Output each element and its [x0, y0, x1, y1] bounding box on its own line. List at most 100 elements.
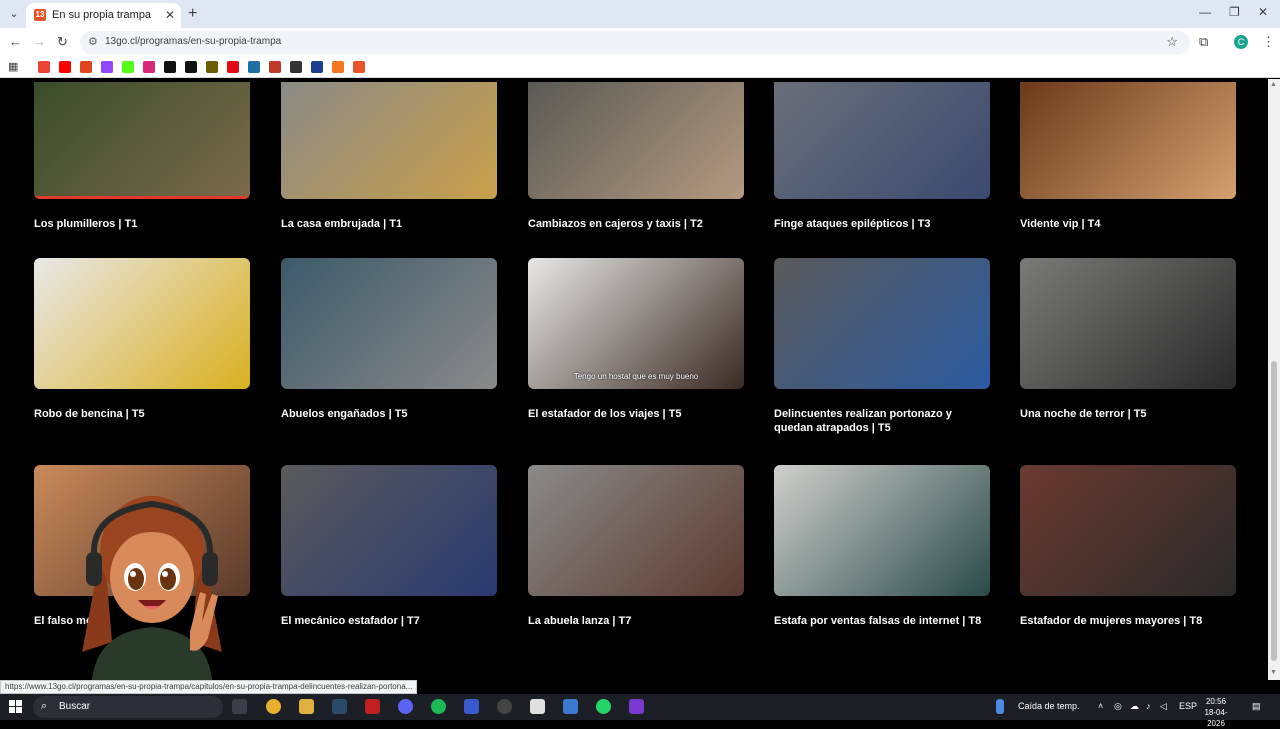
episode-card[interactable]: Una noche de terror | T5 — [1020, 258, 1236, 421]
minimize-icon[interactable]: — — [1199, 5, 1211, 19]
app-icon[interactable] — [629, 699, 644, 714]
task-view-icon[interactable] — [232, 699, 247, 714]
tab-search-icon[interactable]: ⌄ — [6, 6, 22, 22]
tiktok-icon[interactable] — [164, 61, 176, 73]
bookmark-icon[interactable] — [311, 61, 323, 73]
close-tab-icon[interactable]: ✕ — [165, 8, 175, 22]
app-icon[interactable] — [563, 699, 578, 714]
address-bar[interactable]: ⚙ 13go.cl/programas/en-su-propia-trampa … — [80, 31, 1190, 54]
scroll-thumb[interactable] — [1271, 361, 1277, 661]
bookmark-icon[interactable] — [290, 61, 302, 73]
microphone-icon[interactable]: ♪ — [1146, 701, 1151, 711]
bookmark-star-icon[interactable]: ☆ — [1166, 34, 1178, 50]
steam-icon[interactable] — [332, 699, 347, 714]
menu-kebab-icon[interactable]: ⋮ — [1262, 34, 1275, 50]
episode-thumbnail[interactable] — [34, 258, 250, 389]
episode-title[interactable]: Vidente vip | T4 — [1020, 217, 1236, 231]
episode-title[interactable]: Finge ataques epilépticos | T3 — [774, 217, 990, 231]
tray-app-icon[interactable]: ◎ — [1114, 701, 1122, 712]
restore-icon[interactable]: ❐ — [1229, 5, 1240, 19]
record-icon[interactable] — [269, 61, 281, 73]
taskbar-search[interactable]: ⌕ Buscar — [33, 696, 223, 718]
episode-card[interactable]: Cambiazos en cajeros y taxis | T2 — [528, 82, 744, 231]
kick-icon[interactable] — [122, 61, 134, 73]
bookmark-icon[interactable] — [248, 61, 260, 73]
episode-thumbnail[interactable] — [774, 465, 990, 596]
app-icon[interactable] — [464, 699, 479, 714]
instagram-icon[interactable] — [143, 61, 155, 73]
episode-thumbnail[interactable] — [528, 465, 744, 596]
episode-title[interactable]: Estafador de mujeres mayores | T8 — [1020, 614, 1236, 628]
episode-title[interactable]: El estafador de los viajes | T5 — [528, 407, 744, 421]
episode-card[interactable]: Abuelos engañados | T5 — [281, 258, 497, 421]
episode-title[interactable]: La abuela lanza | T7 — [528, 614, 744, 628]
forward-icon[interactable]: → — [33, 34, 46, 49]
episode-thumbnail[interactable] — [1020, 82, 1236, 199]
extensions-icon[interactable]: ⧉ — [1199, 34, 1208, 50]
episode-card[interactable]: El mecánico estafador | T7 — [281, 465, 497, 628]
page-scrollbar[interactable]: ▲ ▼ — [1268, 79, 1280, 680]
obs-icon[interactable] — [497, 699, 512, 714]
episode-thumbnail[interactable]: Tengo un hostal que es muy bueno — [528, 258, 744, 389]
calendar-icon[interactable] — [530, 699, 545, 714]
whatsapp-icon[interactable] — [596, 699, 611, 714]
episode-card[interactable]: Robo de bencina | T5 — [34, 258, 250, 421]
episode-thumbnail[interactable] — [1020, 465, 1236, 596]
episode-thumbnail[interactable] — [34, 82, 250, 199]
episode-card[interactable]: La abuela lanza | T7 — [528, 465, 744, 628]
weather-icon[interactable] — [996, 699, 1004, 714]
episode-title[interactable]: Abuelos engañados | T5 — [281, 407, 497, 421]
episode-title[interactable]: Robo de bencina | T5 — [34, 407, 250, 421]
close-window-icon[interactable]: ✕ — [1258, 5, 1268, 19]
scroll-down-icon[interactable]: ▼ — [1270, 669, 1277, 676]
episode-card[interactable]: Estafa por ventas falsas de internet | T… — [774, 465, 990, 628]
netflix-icon[interactable] — [227, 61, 239, 73]
episode-card[interactable]: Tengo un hostal que es muy bueno El estaf… — [528, 258, 744, 421]
windows-start-icon[interactable] — [9, 700, 22, 713]
episode-title[interactable]: Delincuentes realizan portonazo y quedan… — [774, 407, 990, 435]
discord-icon[interactable] — [398, 699, 413, 714]
episode-title[interactable]: Los plumilleros | T1 — [34, 217, 250, 231]
episode-card[interactable]: Los plumilleros | T1 — [34, 82, 250, 231]
twitch-icon[interactable] — [101, 61, 113, 73]
apps-grid-icon[interactable]: ▦ — [8, 60, 18, 73]
app-icon[interactable] — [365, 699, 380, 714]
language-indicator[interactable]: ESP — [1179, 701, 1197, 711]
youtube-icon[interactable] — [59, 61, 71, 73]
episode-title[interactable]: El mecánico estafador | T7 — [281, 614, 497, 628]
episode-thumbnail[interactable] — [1020, 258, 1236, 389]
notifications-icon[interactable]: ▤ — [1252, 701, 1261, 712]
episode-thumbnail[interactable] — [774, 258, 990, 389]
episode-title[interactable]: Una noche de terror | T5 — [1020, 407, 1236, 421]
episode-card[interactable]: Finge ataques epilépticos | T3 — [774, 82, 990, 231]
new-tab-icon[interactable]: + — [188, 5, 197, 23]
episode-thumbnail[interactable] — [281, 82, 497, 199]
episode-title[interactable]: Estafa por ventas falsas de internet | T… — [774, 614, 990, 628]
clock[interactable]: 20:56 18-04-2026 — [1196, 696, 1236, 729]
episode-thumbnail[interactable] — [281, 258, 497, 389]
bookmark-icon[interactable] — [206, 61, 218, 73]
episode-card[interactable]: Estafador de mujeres mayores | T8 — [1020, 465, 1236, 628]
episode-card[interactable]: Vidente vip | T4 — [1020, 82, 1236, 231]
episode-thumbnail[interactable] — [528, 82, 744, 199]
x-icon[interactable] — [185, 61, 197, 73]
episode-thumbnail[interactable] — [281, 465, 497, 596]
spotify-icon[interactable] — [431, 699, 446, 714]
reload-icon[interactable]: ↻ — [57, 34, 68, 50]
file-explorer-icon[interactable] — [299, 699, 314, 714]
gmail-icon[interactable] — [38, 61, 50, 73]
active-tab[interactable]: 13 En su propia trampa ✕ — [26, 3, 181, 28]
url-text[interactable]: 13go.cl/programas/en-su-propia-trampa — [105, 36, 281, 47]
tray-app-icon[interactable]: ☁ — [1130, 701, 1139, 712]
bookmark-icon[interactable] — [353, 61, 365, 73]
weather-text[interactable]: Caída de temp. — [1018, 701, 1080, 711]
episode-card[interactable]: Delincuentes realizan portonazo y quedan… — [774, 258, 990, 435]
crunchyroll-icon[interactable] — [332, 61, 344, 73]
chrome-icon[interactable] — [266, 699, 281, 714]
back-icon[interactable]: ← — [9, 34, 22, 49]
profile-avatar[interactable]: C — [1234, 35, 1248, 49]
tray-chevron-icon[interactable]: ˄ — [1098, 701, 1103, 711]
scroll-up-icon[interactable]: ▲ — [1270, 81, 1277, 88]
episode-card[interactable]: La casa embrujada | T1 — [281, 82, 497, 231]
episode-title[interactable]: Cambiazos en cajeros y taxis | T2 — [528, 217, 744, 231]
